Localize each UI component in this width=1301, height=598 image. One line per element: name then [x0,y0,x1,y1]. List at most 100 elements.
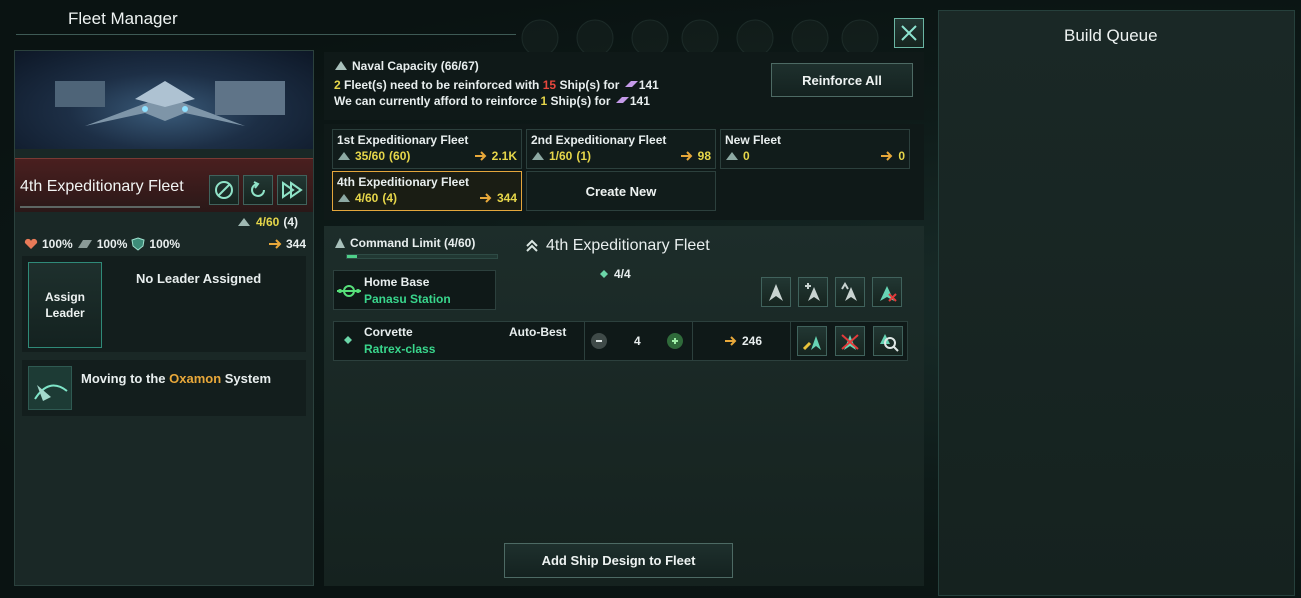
quantity-value: 4 [634,334,641,348]
fleet-cell-4-count-paren: (4) [382,191,398,205]
power-arrow-icon [474,151,487,161]
fleet-cell-3-count: 0 [743,149,750,163]
fleet-cell-3-name: New Fleet [725,133,782,147]
remove-ship-icon [880,286,897,302]
plus-icon [672,338,678,344]
command-icon [335,238,345,248]
fleet-cell-1-power: 2.1K [491,149,517,163]
detail-fleet-name: 4th Expeditionary Fleet [546,237,710,254]
afford-ship-count: 1 [540,94,548,108]
fleet-cell-2-count-paren: (1) [576,149,592,163]
fleet-banner-image [15,51,313,149]
diamond-icon [600,270,608,278]
ships-icon [532,152,544,160]
hull-value: 100% [42,237,73,251]
ship-power-value: 246 [742,334,763,348]
armor-value: 100% [96,237,128,251]
add-ship-design-button[interactable]: Add Ship Design to Fleet [504,543,733,578]
wrench-ship-icon [802,336,821,351]
fleet-cell-4[interactable]: 4th Expeditionary Fleet 4/60 (4) 344 [332,171,522,211]
ship-design-name[interactable]: Ratrex-class [364,342,435,356]
armor-icon [77,240,92,248]
reinforce-line-1: 2 Fleet(s) need to be reinforced with 15… [334,78,659,92]
merge-ship-icon [841,282,857,301]
move-button[interactable] [277,175,307,205]
diamond-icon [344,336,352,344]
return-button[interactable] [243,175,273,205]
ship-power: 246 [724,334,762,348]
title-underline [16,34,516,35]
fleet-power-value: 344 [286,237,307,251]
fleet-cell-3[interactable]: New Fleet 0 0 [720,129,910,169]
cancel-circle-icon [215,181,233,199]
build-queue-panel [938,10,1295,596]
upgrade-fleet-button[interactable] [761,277,791,307]
reinforce-all-button[interactable]: Reinforce All [771,63,913,97]
power-arrow-icon [269,239,282,249]
fleet-cell-2-power: 98 [697,149,711,163]
afford-text-b: Ship(s) for [550,94,611,108]
naval-capacity-text: Naval Capacity (66/67) [352,59,479,73]
power-arrow-icon [479,193,492,203]
fleet-ship-count-paren: (4) [283,215,299,229]
reinforce-line-2: We can currently afford to reinforce 1 S… [334,94,650,108]
disband-ships-button[interactable] [872,277,902,307]
fleet-cell-4-count: 4/60 [355,191,379,205]
remove-design-button[interactable] [835,326,865,356]
fleet-stats: 100% 100% 100% [24,237,180,251]
alloys-icon [624,81,638,87]
actions-divider [790,322,791,360]
fleet-cell-2[interactable]: 2nd Expeditionary Fleet 1/60 (1) 98 [526,129,716,169]
create-new-fleet-button[interactable]: Create New [526,171,716,211]
command-limit-fill [347,255,357,258]
ships-icon [338,194,350,202]
command-limit-text: Command Limit (4/60) [350,236,476,250]
reinforce-cost: 141 [638,78,659,92]
ships-icon [238,218,250,226]
command-limit-bar [346,254,498,259]
fleet-cell-1[interactable]: 1st Expeditionary Fleet 35/60 (60) 2.1K [332,129,522,169]
detail-fleet-title: 4th Expeditionary Fleet [526,237,710,255]
add-ship-button[interactable] [798,277,828,307]
composition-value: 4/4 [614,267,631,281]
move-order-icon [34,384,68,401]
ships-icon [726,152,738,160]
quantity-decrement-button[interactable] [591,333,607,349]
fleet-cell-1-name: 1st Expeditionary Fleet [337,133,469,147]
quantity-increment-button[interactable] [667,333,683,349]
shield-value: 100% [149,237,181,251]
reinforce-text-b: Ship(s) for [559,78,620,92]
edit-design-button[interactable] [797,326,827,356]
fleet-cell-1-count: 35/60 [355,149,386,163]
reinforce-text-a: Fleet(s) need to be reinforced with [344,78,540,92]
fleet-cell-4-name: 4th Expeditionary Fleet [337,175,470,189]
power-arrow-icon [680,151,693,161]
magnify-ship-icon [880,334,899,352]
auto-best-label[interactable]: Auto-Best [509,325,566,339]
leader-status: No Leader Assigned [136,271,262,286]
disband-button[interactable] [209,175,239,205]
build-queue-title: Build Queue [1064,26,1158,45]
reinforce-ship-count: 15 [542,78,557,92]
minus-icon [596,340,602,342]
close-button[interactable] [894,18,924,48]
fleet-header-name[interactable]: 4th Expeditionary Fleet [20,178,184,196]
fleet-name-underline [20,206,200,208]
naval-ship-icon [335,61,347,70]
inspect-design-button[interactable] [873,326,903,356]
merge-fleet-button[interactable] [835,277,865,307]
add-ship-icon [805,283,820,301]
remove-design-icon [841,334,859,350]
rank-chevrons-icon [526,239,538,252]
fleet-power: 344 [268,237,306,251]
fast-forward-icon [282,181,303,199]
order-system: Oxamon [169,371,222,386]
naval-capacity-title: Naval Capacity (66/67) [334,59,479,73]
order-suffix: System [224,371,272,386]
ships-icon [338,152,350,160]
assign-leader-button[interactable]: Assign Leader [28,262,102,348]
quantity-divider-right [692,322,693,360]
quantity-divider-left [584,322,585,360]
fleet-cell-4-power: 344 [496,191,517,205]
order-icon-box [28,366,72,410]
